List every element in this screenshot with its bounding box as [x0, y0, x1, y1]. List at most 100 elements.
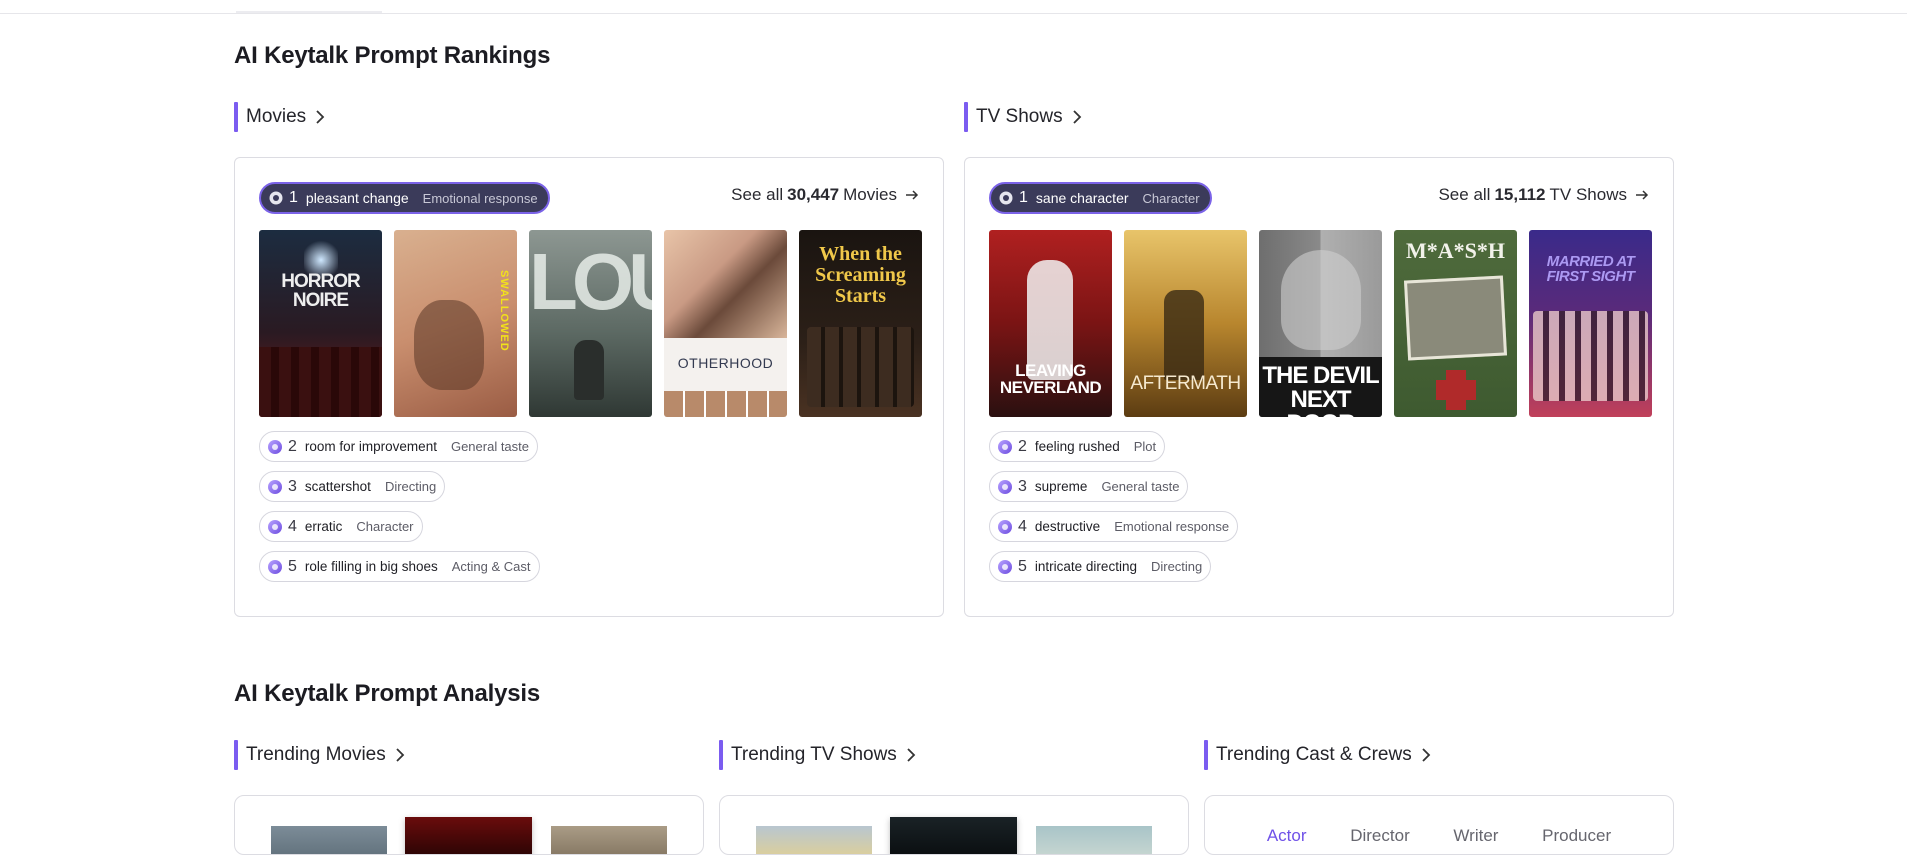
keyword-pill[interactable]: 2 feeling rushed Plot [989, 431, 1166, 462]
poster-married-at-first-sight[interactable]: MARRIED AT FIRST SIGHT [1529, 230, 1652, 417]
chevron-right-icon [907, 748, 916, 762]
arrow-right-icon [1636, 190, 1649, 200]
trending-movie-thumb[interactable] [271, 826, 387, 854]
keytalk-dot-icon [998, 559, 1012, 574]
eye-icon [269, 191, 283, 205]
poster-title: MARRIED AT FIRST SIGHT [1546, 253, 1635, 285]
arrow-right-icon [906, 190, 919, 200]
keytalk-dot-icon [998, 479, 1012, 494]
keyword-pill[interactable]: 4 erratic Character [259, 511, 423, 542]
chevron-right-icon [316, 110, 325, 124]
cast-role-tabs: Actor Director Writer Producer [1205, 826, 1673, 846]
poster-horror-noire[interactable]: HORROR NOIRE [259, 230, 382, 417]
see-all-tv-link[interactable]: See all 15,112 TV Shows [1438, 185, 1649, 205]
keyword-label: supreme [1034, 479, 1088, 494]
poster-the-devil-next-door[interactable]: THE DEVIL NEXT DOOR [1259, 230, 1382, 417]
chevron-right-icon [396, 748, 405, 762]
keytalk-dot-icon [268, 479, 282, 494]
rank-number: 2 [288, 437, 297, 455]
keyword-pill[interactable]: 2 room for improvement General taste [259, 431, 538, 462]
keyword-pill[interactable]: 5 role filling in big shoes Acting & Cas… [259, 551, 540, 582]
poster-title: M*A*S*H [1406, 238, 1505, 263]
tv-heading-link[interactable]: TV Shows [964, 102, 1085, 132]
tab-actor[interactable]: Actor [1267, 826, 1307, 846]
keyword-pill[interactable]: 4 destructive Emotional response [989, 511, 1239, 542]
trending-movie-thumb[interactable] [551, 826, 667, 854]
trending-tv-thumb[interactable] [756, 826, 872, 854]
trending-tv-thumb[interactable] [1036, 826, 1152, 854]
see-all-suffix: TV Shows [1549, 185, 1627, 204]
keyword-label: room for improvement [304, 439, 437, 454]
rank-number: 1 [289, 189, 298, 206]
tab-producer[interactable]: Producer [1542, 826, 1611, 846]
trending-movies-panel [234, 795, 704, 855]
keyword-ranking-list: 2 room for improvement General taste 3 s… [259, 431, 540, 582]
category-label: Character [1142, 190, 1200, 206]
poster-when-the-screaming-starts[interactable]: When the Screaming Starts [799, 230, 922, 417]
trending-cast-panel: Actor Director Writer Producer [1204, 795, 1674, 855]
chevron-right-icon [1422, 748, 1430, 762]
movie-posters: HORROR NOIRE SWALLOWED LOU OTHERHOOD Whe… [259, 230, 922, 417]
poster-swallowed[interactable]: SWALLOWED [394, 230, 517, 417]
poster-lou[interactable]: LOU [529, 230, 652, 417]
poster-title: THE DEVIL NEXT DOOR [1262, 362, 1379, 418]
keyword-label: erratic [304, 519, 343, 534]
poster-aftermath[interactable]: AFTERMATH [1124, 230, 1247, 417]
poster-leaving-neverland[interactable]: LEAVING NEVERLAND [989, 230, 1112, 417]
movies-heading-link[interactable]: Movies [234, 102, 328, 132]
see-all-movies-link[interactable]: See all 30,447 Movies [731, 185, 919, 205]
category-label: Acting & Cast [451, 559, 531, 574]
trending-tv-label: Trending TV Shows [731, 744, 897, 765]
poster-title: OTHERHOOD [677, 355, 774, 371]
tab-director[interactable]: Director [1350, 826, 1410, 846]
trending-cast-link[interactable]: Trending Cast & Crews [1204, 740, 1434, 770]
analysis-title: AI Keytalk Prompt Analysis [234, 680, 541, 707]
rank-number: 3 [288, 477, 297, 495]
rank-number: 1 [1019, 189, 1028, 206]
rank-number: 5 [1018, 557, 1027, 575]
keyword-pill[interactable]: 3 supreme General taste [989, 471, 1189, 502]
keytalk-dot-icon [268, 519, 282, 534]
poster-mash[interactable]: M*A*S*H [1394, 230, 1517, 417]
see-all-prefix: See all [731, 185, 784, 204]
keyword-pill[interactable]: 5 intricate directing Directing [989, 551, 1212, 582]
see-all-suffix: Movies [843, 185, 897, 204]
keytalk-dot-icon [998, 439, 1012, 454]
trending-movie-thumb[interactable] [405, 817, 532, 854]
top-keyword-badge[interactable]: 1 pleasant change Emotional response [259, 182, 550, 214]
see-all-count: 30,447 [787, 185, 840, 204]
category-label: Emotional response [422, 190, 538, 206]
rankings-title: AI Keytalk Prompt Rankings [234, 42, 551, 69]
category-label: Directing [1150, 559, 1203, 574]
trending-tv-link[interactable]: Trending TV Shows [719, 740, 919, 770]
keyword-pill[interactable]: 3 scattershot Directing [259, 471, 446, 502]
chevron-right-icon [1072, 110, 1081, 124]
trending-tv-thumb[interactable] [890, 817, 1017, 854]
poster-title: HORROR NOIRE [281, 271, 360, 311]
see-all-count: 15,112 [1494, 185, 1546, 204]
tv-posters: LEAVING NEVERLAND AFTERMATH THE DEVIL NE… [989, 230, 1652, 417]
see-all-prefix: See all [1438, 185, 1491, 204]
movies-ranking-panel: 1 pleasant change Emotional response See… [234, 157, 944, 617]
poster-title: LEAVING NEVERLAND [999, 361, 1102, 397]
top-keyword-badge[interactable]: 1 sane character Character [989, 182, 1212, 214]
poster-otherhood[interactable]: OTHERHOOD [664, 230, 787, 417]
trending-movies-label: Trending Movies [246, 744, 386, 765]
movies-heading-label: Movies [246, 106, 307, 127]
keytalk-dot-icon [268, 439, 282, 454]
keyword-ranking-list: 2 feeling rushed Plot 3 supreme General … [989, 431, 1239, 582]
keytalk-dot-icon [268, 559, 282, 574]
category-label: Directing [384, 479, 437, 494]
tab-writer[interactable]: Writer [1453, 826, 1498, 846]
rank-number: 4 [1018, 517, 1027, 535]
keyword-label: pleasant change [305, 190, 409, 206]
category-label: Plot [1133, 439, 1157, 454]
keyword-label: feeling rushed [1034, 439, 1120, 454]
tv-heading-label: TV Shows [976, 106, 1063, 127]
rank-number: 2 [1018, 437, 1027, 455]
rank-number: 4 [288, 517, 297, 535]
keytalk-dot-icon [998, 519, 1012, 534]
keyword-label: scattershot [304, 479, 371, 494]
rank-number: 5 [288, 557, 297, 575]
trending-movies-link[interactable]: Trending Movies [234, 740, 408, 770]
